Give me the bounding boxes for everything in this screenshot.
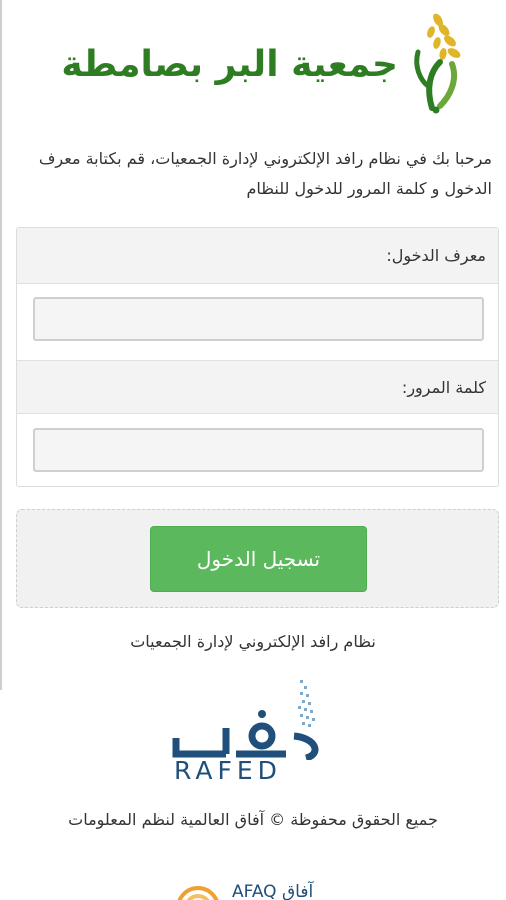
left-border [0, 0, 2, 690]
system-name-text: نظام رافد الإلكتروني لإدارة الجمعيات [130, 632, 376, 651]
login-button[interactable]: تسجيل الدخول [150, 526, 367, 592]
afaq-logo-text: AFAQ آفاق [232, 882, 314, 900]
afaq-logo: AFAQ آفاق [174, 880, 334, 900]
association-logo: جمعية البر بصامطة [40, 8, 480, 118]
afaq-arc-icon [177, 886, 219, 900]
password-label: كلمة المرور: [17, 360, 498, 414]
login-button-container: تسجيل الدخول [16, 509, 499, 608]
password-input[interactable] [33, 428, 484, 472]
rafed-logo: RAFED [166, 676, 336, 790]
rafed-logo-latin-text: RAFED [174, 756, 282, 785]
username-input[interactable] [33, 297, 484, 341]
login-page: جمعية البر بصامطة مرحبا بك في نظام رافد … [0, 0, 506, 900]
welcome-message: مرحبا بك في نظام رافد الإلكتروني لإدارة … [38, 149, 492, 198]
association-logo-text: جمعية البر بصامطة [61, 44, 398, 85]
username-label: معرف الدخول: [17, 228, 498, 284]
wheat-logo-icon [414, 13, 461, 114]
login-form: معرف الدخول: كلمة المرور: [16, 227, 499, 487]
copyright-text: جميع الحقوق محفوظة © آفاق العالمية لنظم … [68, 810, 438, 829]
rafed-logo-icon [172, 680, 319, 760]
